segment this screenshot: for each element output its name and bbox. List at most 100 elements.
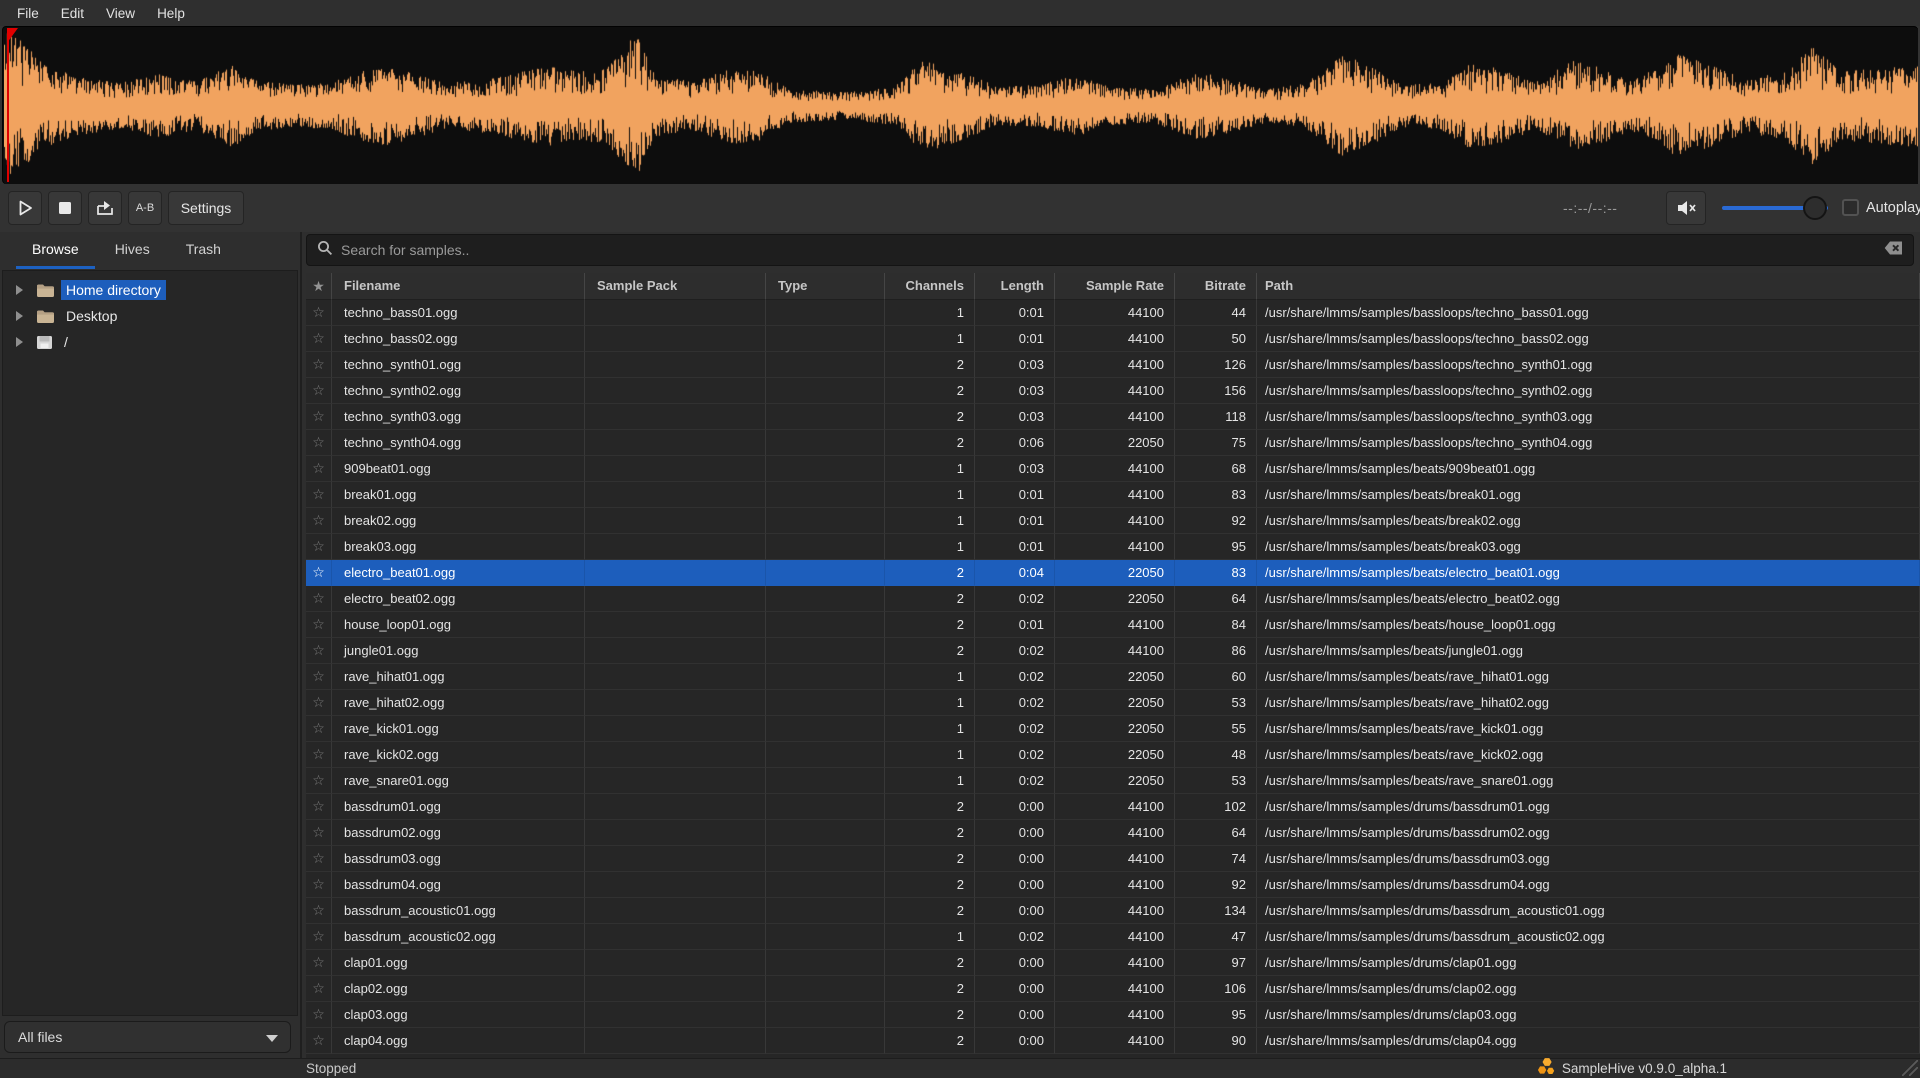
- table-row[interactable]: ☆bassdrum03.ogg20:004410074/usr/share/lm…: [306, 846, 1920, 872]
- favorite-star-icon[interactable]: ☆: [306, 742, 332, 768]
- column-header-favorite[interactable]: ★: [306, 273, 332, 300]
- mute-button[interactable]: [1666, 191, 1706, 225]
- favorite-star-icon[interactable]: ☆: [306, 456, 332, 482]
- menu-item-edit[interactable]: Edit: [50, 6, 95, 21]
- table-row[interactable]: ☆rave_kick02.ogg10:022205048/usr/share/l…: [306, 742, 1920, 768]
- tab-trash[interactable]: Trash: [168, 232, 239, 269]
- column-header-channels[interactable]: Channels: [885, 273, 975, 300]
- tree-item-label[interactable]: Desktop: [61, 306, 122, 326]
- table-row[interactable]: ☆electro_beat02.ogg20:022205064/usr/shar…: [306, 586, 1920, 612]
- table-row[interactable]: ☆rave_snare01.ogg10:022205053/usr/share/…: [306, 768, 1920, 794]
- favorite-star-icon[interactable]: ☆: [306, 612, 332, 638]
- table-row[interactable]: ☆house_loop01.ogg20:014410084/usr/share/…: [306, 612, 1920, 638]
- loop-button[interactable]: [88, 191, 122, 225]
- search-bar[interactable]: [306, 234, 1914, 266]
- resize-grip[interactable]: [1902, 1060, 1918, 1076]
- favorite-star-icon[interactable]: ☆: [306, 950, 332, 976]
- column-header-length[interactable]: Length: [975, 273, 1055, 300]
- search-input[interactable]: [341, 242, 1884, 258]
- tab-browse[interactable]: Browse: [14, 232, 97, 269]
- table-row[interactable]: ☆techno_synth02.ogg20:0344100156/usr/sha…: [306, 378, 1920, 404]
- waveform-canvas[interactable]: [4, 28, 1918, 184]
- favorite-star-icon[interactable]: ☆: [306, 716, 332, 742]
- settings-button[interactable]: Settings: [168, 191, 244, 225]
- table-row[interactable]: ☆bassdrum_acoustic02.ogg10:024410047/usr…: [306, 924, 1920, 950]
- favorite-star-icon[interactable]: ☆: [306, 508, 332, 534]
- table-row[interactable]: ☆909beat01.ogg10:034410068/usr/share/lmm…: [306, 456, 1920, 482]
- volume-slider[interactable]: [1722, 184, 1828, 232]
- favorite-star-icon[interactable]: ☆: [306, 690, 332, 716]
- table-row[interactable]: ☆break02.ogg10:014410092/usr/share/lmms/…: [306, 508, 1920, 534]
- column-header-type[interactable]: Type: [766, 273, 885, 300]
- table-row[interactable]: ☆techno_bass02.ogg10:014410050/usr/share…: [306, 326, 1920, 352]
- play-button[interactable]: [8, 191, 42, 225]
- waveform-panel[interactable]: [2, 26, 1918, 184]
- clear-backspace-icon[interactable]: [1884, 241, 1903, 260]
- menu-item-file[interactable]: File: [6, 6, 50, 21]
- favorite-star-icon[interactable]: ☆: [306, 820, 332, 846]
- favorite-star-icon[interactable]: ☆: [306, 326, 332, 352]
- table-row[interactable]: ☆electro_beat01.ogg20:042205083/usr/shar…: [306, 560, 1920, 586]
- table-row[interactable]: ☆bassdrum01.ogg20:0044100102/usr/share/l…: [306, 794, 1920, 820]
- stop-button[interactable]: [48, 191, 82, 225]
- table-row[interactable]: ☆rave_hihat01.ogg10:022205060/usr/share/…: [306, 664, 1920, 690]
- table-row[interactable]: ☆clap03.ogg20:004410095/usr/share/lmms/s…: [306, 1002, 1920, 1028]
- column-header-sample-rate[interactable]: Sample Rate: [1055, 273, 1175, 300]
- playhead-flag-icon[interactable]: [7, 28, 18, 43]
- table-row[interactable]: ☆clap01.ogg20:004410097/usr/share/lmms/s…: [306, 950, 1920, 976]
- table-row[interactable]: ☆bassdrum04.ogg20:004410092/usr/share/lm…: [306, 872, 1920, 898]
- favorite-star-icon[interactable]: ☆: [306, 482, 332, 508]
- favorite-star-icon[interactable]: ☆: [306, 430, 332, 456]
- table-row[interactable]: ☆break03.ogg10:014410095/usr/share/lmms/…: [306, 534, 1920, 560]
- favorite-star-icon[interactable]: ☆: [306, 404, 332, 430]
- tree-item-label[interactable]: Home directory: [61, 280, 166, 300]
- favorite-star-icon[interactable]: ☆: [306, 924, 332, 950]
- favorite-star-icon[interactable]: ☆: [306, 768, 332, 794]
- favorite-star-icon[interactable]: ☆: [306, 1002, 332, 1028]
- tree-item[interactable]: Home directory: [3, 277, 297, 303]
- column-header-bitrate[interactable]: Bitrate: [1175, 273, 1257, 300]
- table-row[interactable]: ☆techno_bass01.ogg10:014410044/usr/share…: [306, 300, 1920, 326]
- favorite-star-icon[interactable]: ☆: [306, 638, 332, 664]
- column-header-path[interactable]: Path: [1257, 273, 1920, 300]
- favorite-star-icon[interactable]: ☆: [306, 534, 332, 560]
- volume-knob[interactable]: [1803, 196, 1827, 220]
- expand-arrow-icon[interactable]: [16, 337, 23, 347]
- table-row[interactable]: ☆jungle01.ogg20:024410086/usr/share/lmms…: [306, 638, 1920, 664]
- favorite-star-icon[interactable]: ☆: [306, 794, 332, 820]
- column-header-filename[interactable]: Filename: [332, 273, 585, 300]
- expand-arrow-icon[interactable]: [16, 285, 23, 295]
- favorite-star-icon[interactable]: ☆: [306, 1028, 332, 1054]
- ab-loop-button[interactable]: A-B: [128, 191, 162, 225]
- favorite-star-icon[interactable]: ☆: [306, 586, 332, 612]
- table-row[interactable]: ☆techno_synth04.ogg20:062205075/usr/shar…: [306, 430, 1920, 456]
- favorite-star-icon[interactable]: ☆: [306, 560, 332, 586]
- table-row[interactable]: ☆bassdrum_acoustic01.ogg20:0044100134/us…: [306, 898, 1920, 924]
- favorite-star-icon[interactable]: ☆: [306, 872, 332, 898]
- expand-arrow-icon[interactable]: [16, 311, 23, 321]
- tab-hives[interactable]: Hives: [97, 232, 168, 269]
- tree-item-label[interactable]: /: [59, 332, 73, 352]
- table-row[interactable]: ☆break01.ogg10:014410083/usr/share/lmms/…: [306, 482, 1920, 508]
- menu-item-view[interactable]: View: [95, 6, 146, 21]
- table-header[interactable]: ★FilenameSample PackTypeChannelsLengthSa…: [306, 273, 1920, 300]
- column-header-sample-pack[interactable]: Sample Pack: [585, 273, 766, 300]
- playhead-line[interactable]: [7, 28, 9, 182]
- favorite-star-icon[interactable]: ☆: [306, 352, 332, 378]
- favorite-star-icon[interactable]: ☆: [306, 976, 332, 1002]
- menu-item-help[interactable]: Help: [146, 6, 196, 21]
- tree-item[interactable]: Desktop: [3, 303, 297, 329]
- tree-item[interactable]: /: [3, 329, 297, 355]
- favorite-star-icon[interactable]: ☆: [306, 846, 332, 872]
- table-row[interactable]: ☆clap02.ogg20:0044100106/usr/share/lmms/…: [306, 976, 1920, 1002]
- table-row[interactable]: ☆rave_kick01.ogg10:022205055/usr/share/l…: [306, 716, 1920, 742]
- table-row[interactable]: ☆techno_synth01.ogg20:0344100126/usr/sha…: [306, 352, 1920, 378]
- table-row[interactable]: ☆bassdrum02.ogg20:004410064/usr/share/lm…: [306, 820, 1920, 846]
- favorite-star-icon[interactable]: ☆: [306, 378, 332, 404]
- autoplay-checkbox[interactable]: [1842, 199, 1859, 216]
- table-row[interactable]: ☆rave_hihat02.ogg10:022205053/usr/share/…: [306, 690, 1920, 716]
- favorite-star-icon[interactable]: ☆: [306, 898, 332, 924]
- table-row[interactable]: ☆techno_synth03.ogg20:0344100118/usr/sha…: [306, 404, 1920, 430]
- favorite-star-icon[interactable]: ☆: [306, 664, 332, 690]
- file-filter-dropdown[interactable]: All files: [4, 1021, 291, 1053]
